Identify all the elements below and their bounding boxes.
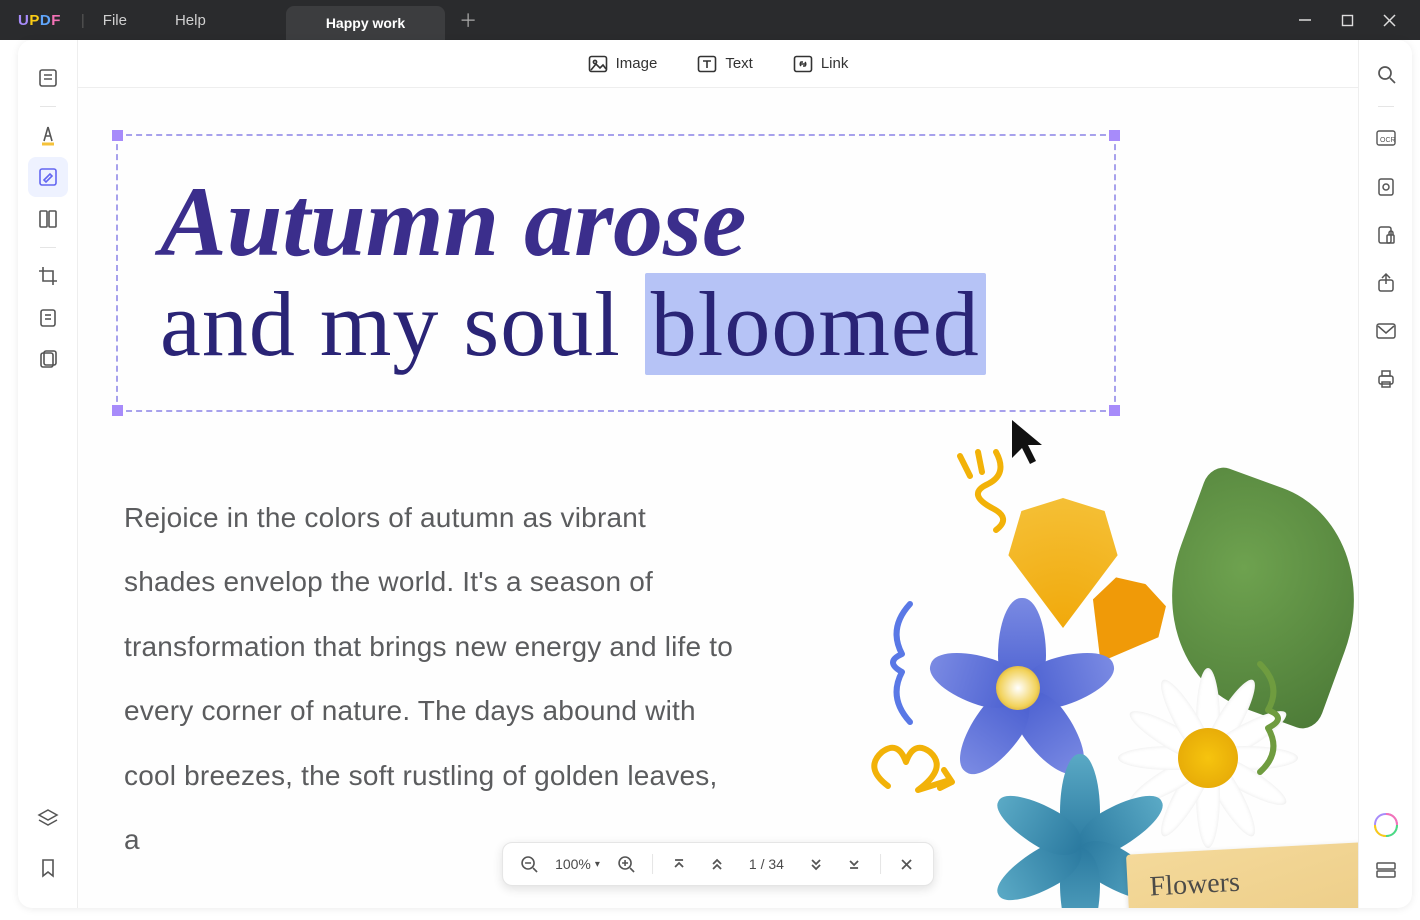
close-icon: [1383, 14, 1396, 27]
green-brace-icon: [1248, 658, 1298, 778]
zoom-out-button[interactable]: [517, 852, 541, 876]
heart-doodle-icon: [858, 728, 968, 828]
ocr-button[interactable]: OCR: [1366, 119, 1406, 159]
app-logo: UPDF: [18, 12, 61, 29]
sticky-note-title: Flowers: [1149, 861, 1356, 904]
insert-link-tool[interactable]: Link: [793, 55, 849, 73]
document-tab-title: Happy work: [326, 15, 405, 31]
protect-button[interactable]: [1366, 215, 1406, 255]
selection-handle-br[interactable]: [1109, 405, 1120, 416]
new-tab-button[interactable]: ＋: [451, 3, 485, 37]
heading-block[interactable]: Autumn arose and my soul bloomed: [160, 172, 1100, 373]
page-controls: 100% ▾ 1 / 34: [502, 842, 934, 886]
stamp-tool[interactable]: [28, 340, 68, 380]
prev-page-button[interactable]: [705, 852, 729, 876]
zoom-level[interactable]: 100% ▾: [555, 856, 600, 872]
separator: |: [81, 12, 85, 29]
image-icon: [588, 55, 608, 73]
page-indicator[interactable]: 1 / 34: [743, 856, 790, 872]
compress-button[interactable]: [1366, 167, 1406, 207]
form-tool[interactable]: [28, 298, 68, 338]
panels-button[interactable]: [1366, 850, 1406, 890]
mail-button[interactable]: [1366, 311, 1406, 351]
last-page-button[interactable]: [842, 852, 866, 876]
window-maximize-button[interactable]: [1326, 0, 1368, 40]
selection-handle-bl[interactable]: [112, 405, 123, 416]
zoom-in-button[interactable]: [614, 852, 638, 876]
heading-line2: and my soul bloomed: [160, 276, 1100, 373]
floral-image: Flowers · style yellow: [858, 448, 1358, 908]
insert-image-label: Image: [616, 55, 658, 72]
chevron-down-icon: ▾: [595, 859, 600, 870]
text-icon: [697, 55, 717, 73]
insert-tool-row: Image Text Link: [78, 40, 1358, 88]
plus-icon: ＋: [459, 7, 477, 33]
layers-button[interactable]: [28, 798, 68, 838]
sticky-note-sub: · style yellow: [1151, 905, 1358, 908]
updf-ai-icon[interactable]: [1373, 812, 1399, 838]
body-paragraph[interactable]: Rejoice in the colors of autumn as vibra…: [124, 486, 734, 872]
zoom-text: 100%: [555, 856, 591, 872]
svg-text:OCR: OCR: [1380, 137, 1396, 144]
insert-text-tool[interactable]: Text: [697, 55, 753, 73]
insert-text-label: Text: [725, 55, 753, 72]
crop-tool[interactable]: [28, 256, 68, 296]
print-button[interactable]: [1366, 359, 1406, 399]
body-text-highlight: corner of nature.: [201, 679, 410, 743]
heading-line1: Autumn arose: [160, 172, 1100, 272]
share-button[interactable]: [1366, 263, 1406, 303]
bookmark-button[interactable]: [28, 848, 68, 888]
document-canvas[interactable]: Autumn arose and my soul bloomed Rejoice…: [78, 88, 1358, 908]
link-icon: [793, 55, 813, 73]
insert-link-label: Link: [821, 55, 849, 72]
right-toolbar: OCR: [1358, 40, 1412, 908]
selection-handle-tl[interactable]: [112, 130, 123, 141]
minimize-icon: [1298, 13, 1312, 27]
heading-line2-plain: and my soul: [160, 273, 645, 375]
first-page-button[interactable]: [667, 852, 691, 876]
menu-help[interactable]: Help: [175, 12, 206, 29]
next-page-button[interactable]: [804, 852, 828, 876]
maximize-icon: [1341, 14, 1354, 27]
search-button[interactable]: [1366, 54, 1406, 94]
yellow-squiggle-icon: [948, 448, 1028, 538]
reader-tool[interactable]: [28, 58, 68, 98]
window-close-button[interactable]: [1368, 0, 1410, 40]
title-bar: UPDF | File Help Happy work ＋: [0, 0, 1420, 40]
heading-line2-highlight: bloomed: [645, 273, 986, 375]
selection-handle-tr[interactable]: [1109, 130, 1120, 141]
close-pager-button[interactable]: [895, 852, 919, 876]
insert-image-tool[interactable]: Image: [588, 55, 658, 73]
edit-tool[interactable]: [28, 157, 68, 197]
document-tab[interactable]: Happy work: [286, 6, 445, 40]
app-frame: OCR Image Text Link: [18, 40, 1412, 908]
comment-tool[interactable]: [28, 115, 68, 155]
menu-file[interactable]: File: [103, 12, 127, 29]
left-toolbar: [18, 40, 78, 908]
window-minimize-button[interactable]: [1284, 0, 1326, 40]
page-tool[interactable]: [28, 199, 68, 239]
